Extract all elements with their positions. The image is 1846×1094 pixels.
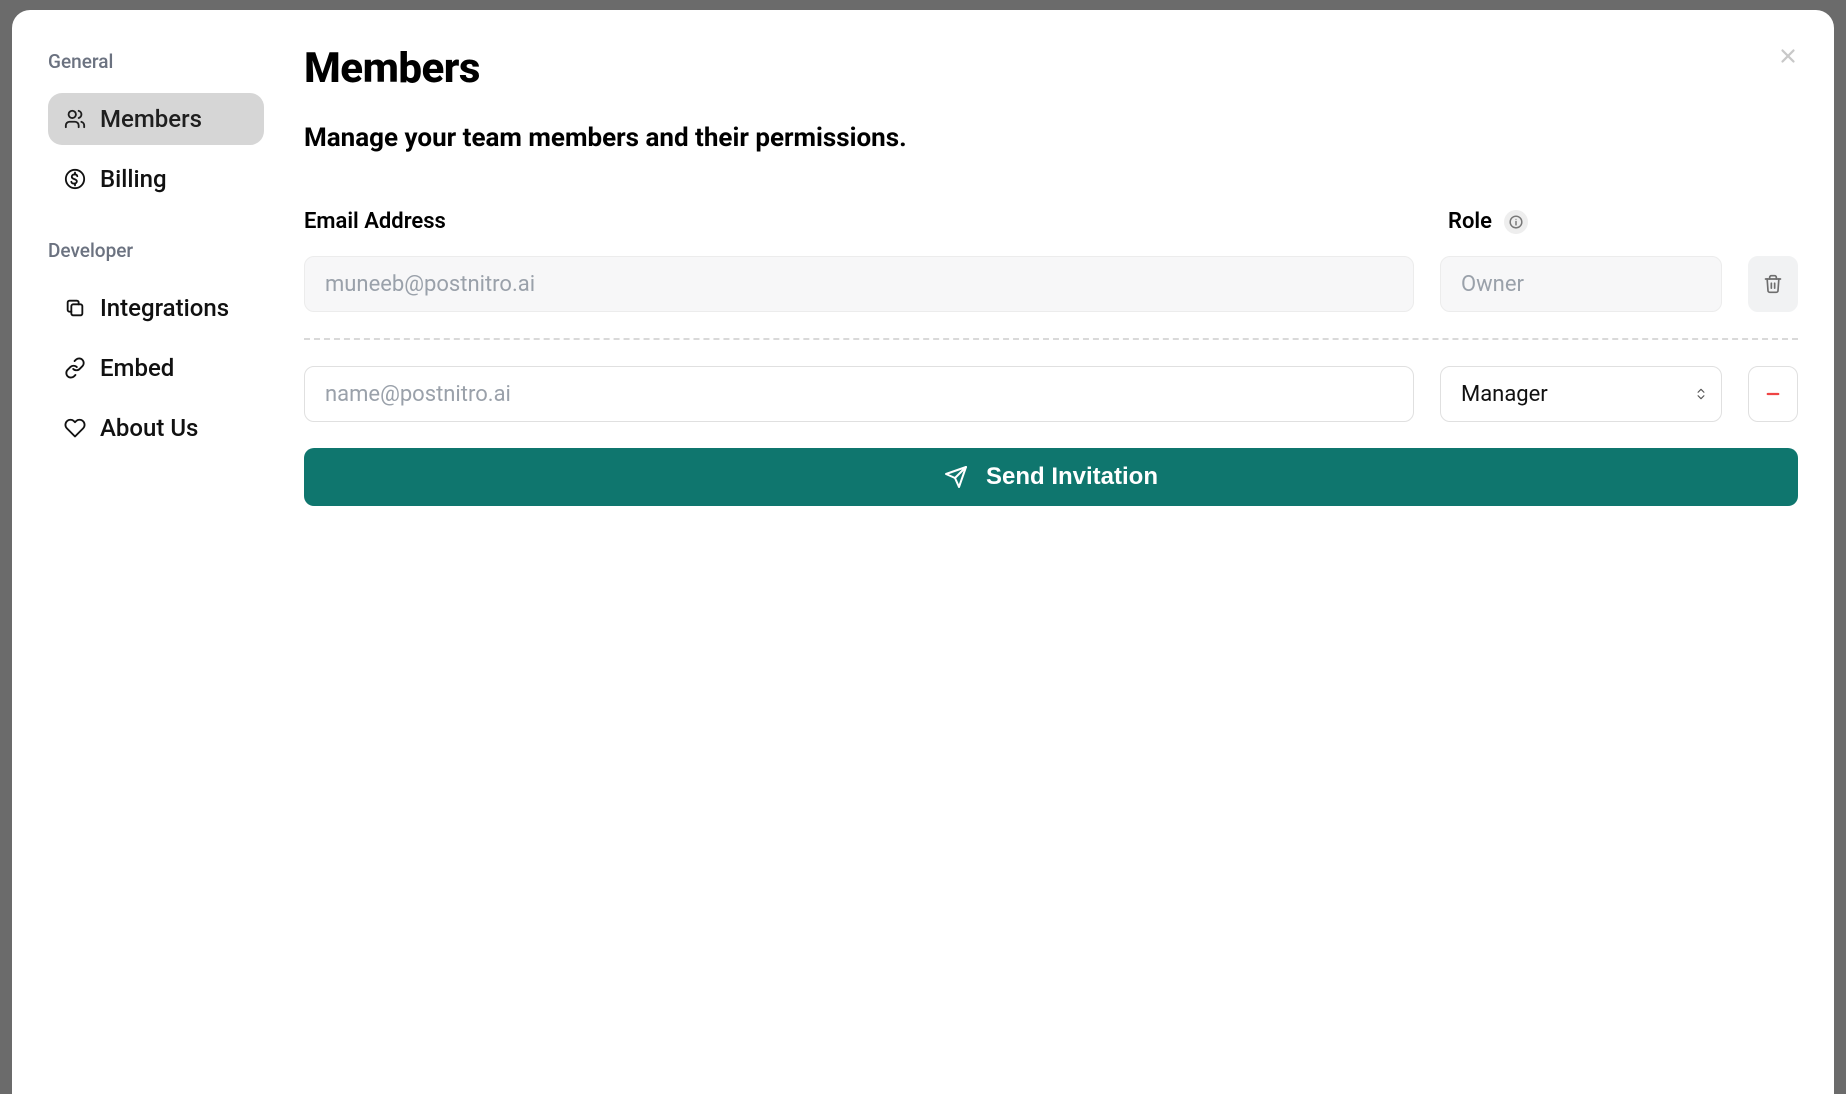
section-label-developer: Developer <box>48 239 264 262</box>
settings-main: Members Manage your team members and the… <box>282 10 1834 1094</box>
copy-icon <box>64 297 86 319</box>
invite-role-select[interactable]: Manager Editor Viewer <box>1440 366 1722 422</box>
close-button[interactable] <box>1772 40 1804 72</box>
invite-row: Manager Editor Viewer <box>304 366 1798 422</box>
remove-invite-button[interactable] <box>1748 366 1798 422</box>
invite-email-input[interactable] <box>304 366 1414 422</box>
dollar-icon <box>64 168 86 190</box>
delete-owner-button[interactable] <box>1748 256 1798 312</box>
sidebar-item-label: Billing <box>100 165 167 193</box>
sidebar-item-label: Embed <box>100 354 174 382</box>
sidebar-item-label: Members <box>100 105 202 133</box>
page-title: Members <box>304 44 1798 93</box>
form-headers: Email Address Role <box>304 209 1798 234</box>
email-header: Email Address <box>304 209 1420 234</box>
info-icon[interactable] <box>1504 210 1528 234</box>
trash-icon <box>1763 274 1783 294</box>
heart-icon <box>64 417 86 439</box>
settings-modal: General Members Billing Developer Integr… <box>12 10 1834 1094</box>
settings-sidebar: General Members Billing Developer Integr… <box>12 10 282 1094</box>
sidebar-item-label: About Us <box>100 414 198 442</box>
sidebar-item-integrations[interactable]: Integrations <box>48 282 264 334</box>
sidebar-item-label: Integrations <box>100 294 229 322</box>
close-icon <box>1777 45 1799 67</box>
role-header-label: Role <box>1448 209 1492 234</box>
section-label-general: General <box>48 50 264 73</box>
send-button-label: Send Invitation <box>986 463 1158 491</box>
owner-row <box>304 256 1798 312</box>
sidebar-item-about-us[interactable]: About Us <box>48 402 264 454</box>
link-icon <box>64 357 86 379</box>
send-icon <box>944 465 968 489</box>
send-invitation-button[interactable]: Send Invitation <box>304 448 1798 506</box>
minus-icon <box>1764 385 1782 403</box>
role-header: Role <box>1448 209 1798 234</box>
sidebar-item-embed[interactable]: Embed <box>48 342 264 394</box>
users-icon <box>64 108 86 130</box>
owner-role-select <box>1440 256 1722 312</box>
sidebar-item-members[interactable]: Members <box>48 93 264 145</box>
owner-email-input <box>304 256 1414 312</box>
sidebar-item-billing[interactable]: Billing <box>48 153 264 205</box>
page-subtitle: Manage your team members and their permi… <box>304 123 1798 153</box>
row-divider <box>304 338 1798 340</box>
